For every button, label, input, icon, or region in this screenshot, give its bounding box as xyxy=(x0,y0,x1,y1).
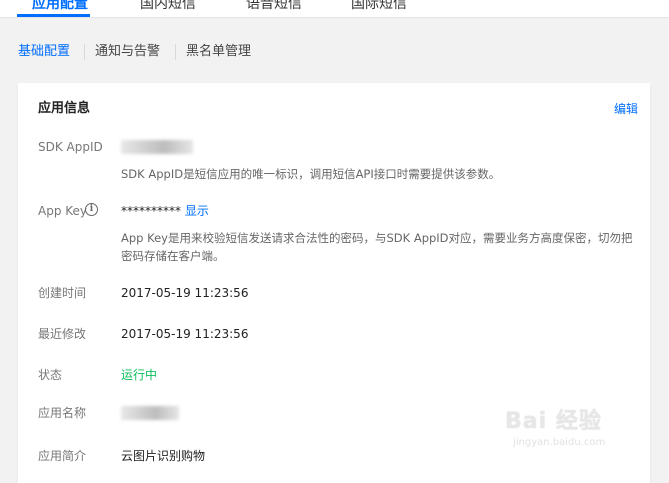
app-name-label: 应用名称 xyxy=(38,406,87,420)
subtab-notify-alert[interactable]: 通知与告警 xyxy=(95,42,160,62)
created-time-label: 创建时间 xyxy=(38,286,87,300)
subtab-divider xyxy=(84,44,85,60)
sdk-appid-description: SDK AppID是短信应用的唯一标识，调用短信API接口时需要提供该参数。 xyxy=(121,167,501,181)
app-key-value: ********** 显示 xyxy=(121,202,209,220)
app-intro-value: 云图片识别购物 xyxy=(121,449,206,463)
watermark-logo-text: Bai 经验 xyxy=(505,409,602,434)
info-circle-icon[interactable]: i xyxy=(85,203,98,216)
app-key-masked: ********** xyxy=(121,204,181,218)
subtab-divider xyxy=(175,44,176,60)
watermark-url: jingyan.baidu.com xyxy=(513,437,606,448)
show-app-key-link[interactable]: 显示 xyxy=(185,204,209,218)
app-intro-label: 应用简介 xyxy=(38,449,87,463)
edit-button[interactable]: 编辑 xyxy=(614,99,638,119)
app-key-description: App Key是用来校验短信发送请求合法性的密码，与SDK AppID对应，需要… xyxy=(121,231,633,263)
tab-app-config[interactable]: 应用配置 xyxy=(32,0,88,14)
status-value: 运行中 xyxy=(121,368,158,382)
card-title: 应用信息 xyxy=(38,101,91,116)
tab-domestic-sms[interactable]: 国内短信 xyxy=(140,0,196,14)
app-name-redacted-value xyxy=(121,406,179,420)
status-label: 状态 xyxy=(38,368,63,382)
created-time-value: 2017-05-19 11:23:56 xyxy=(121,286,249,300)
baidu-watermark: Bai 经验 jingyan.baidu.com xyxy=(505,395,655,465)
active-tab-indicator xyxy=(17,14,90,17)
subtab-blacklist[interactable]: 黑名单管理 xyxy=(186,42,251,62)
sdk-appid-redacted-value xyxy=(121,140,193,154)
modified-time-value: 2017-05-19 11:23:56 xyxy=(121,327,249,341)
tab-international-sms[interactable]: 国际短信 xyxy=(351,0,407,14)
app-key-label: App Key xyxy=(38,204,88,218)
sdk-appid-label: SDK AppID xyxy=(38,140,103,154)
modified-time-label: 最近修改 xyxy=(38,327,87,341)
subtab-basic-config[interactable]: 基础配置 xyxy=(18,42,70,62)
tab-voice-sms[interactable]: 语音短信 xyxy=(246,0,302,14)
top-tab-bar: 应用配置 国内短信 语音短信 国际短信 xyxy=(0,0,669,18)
